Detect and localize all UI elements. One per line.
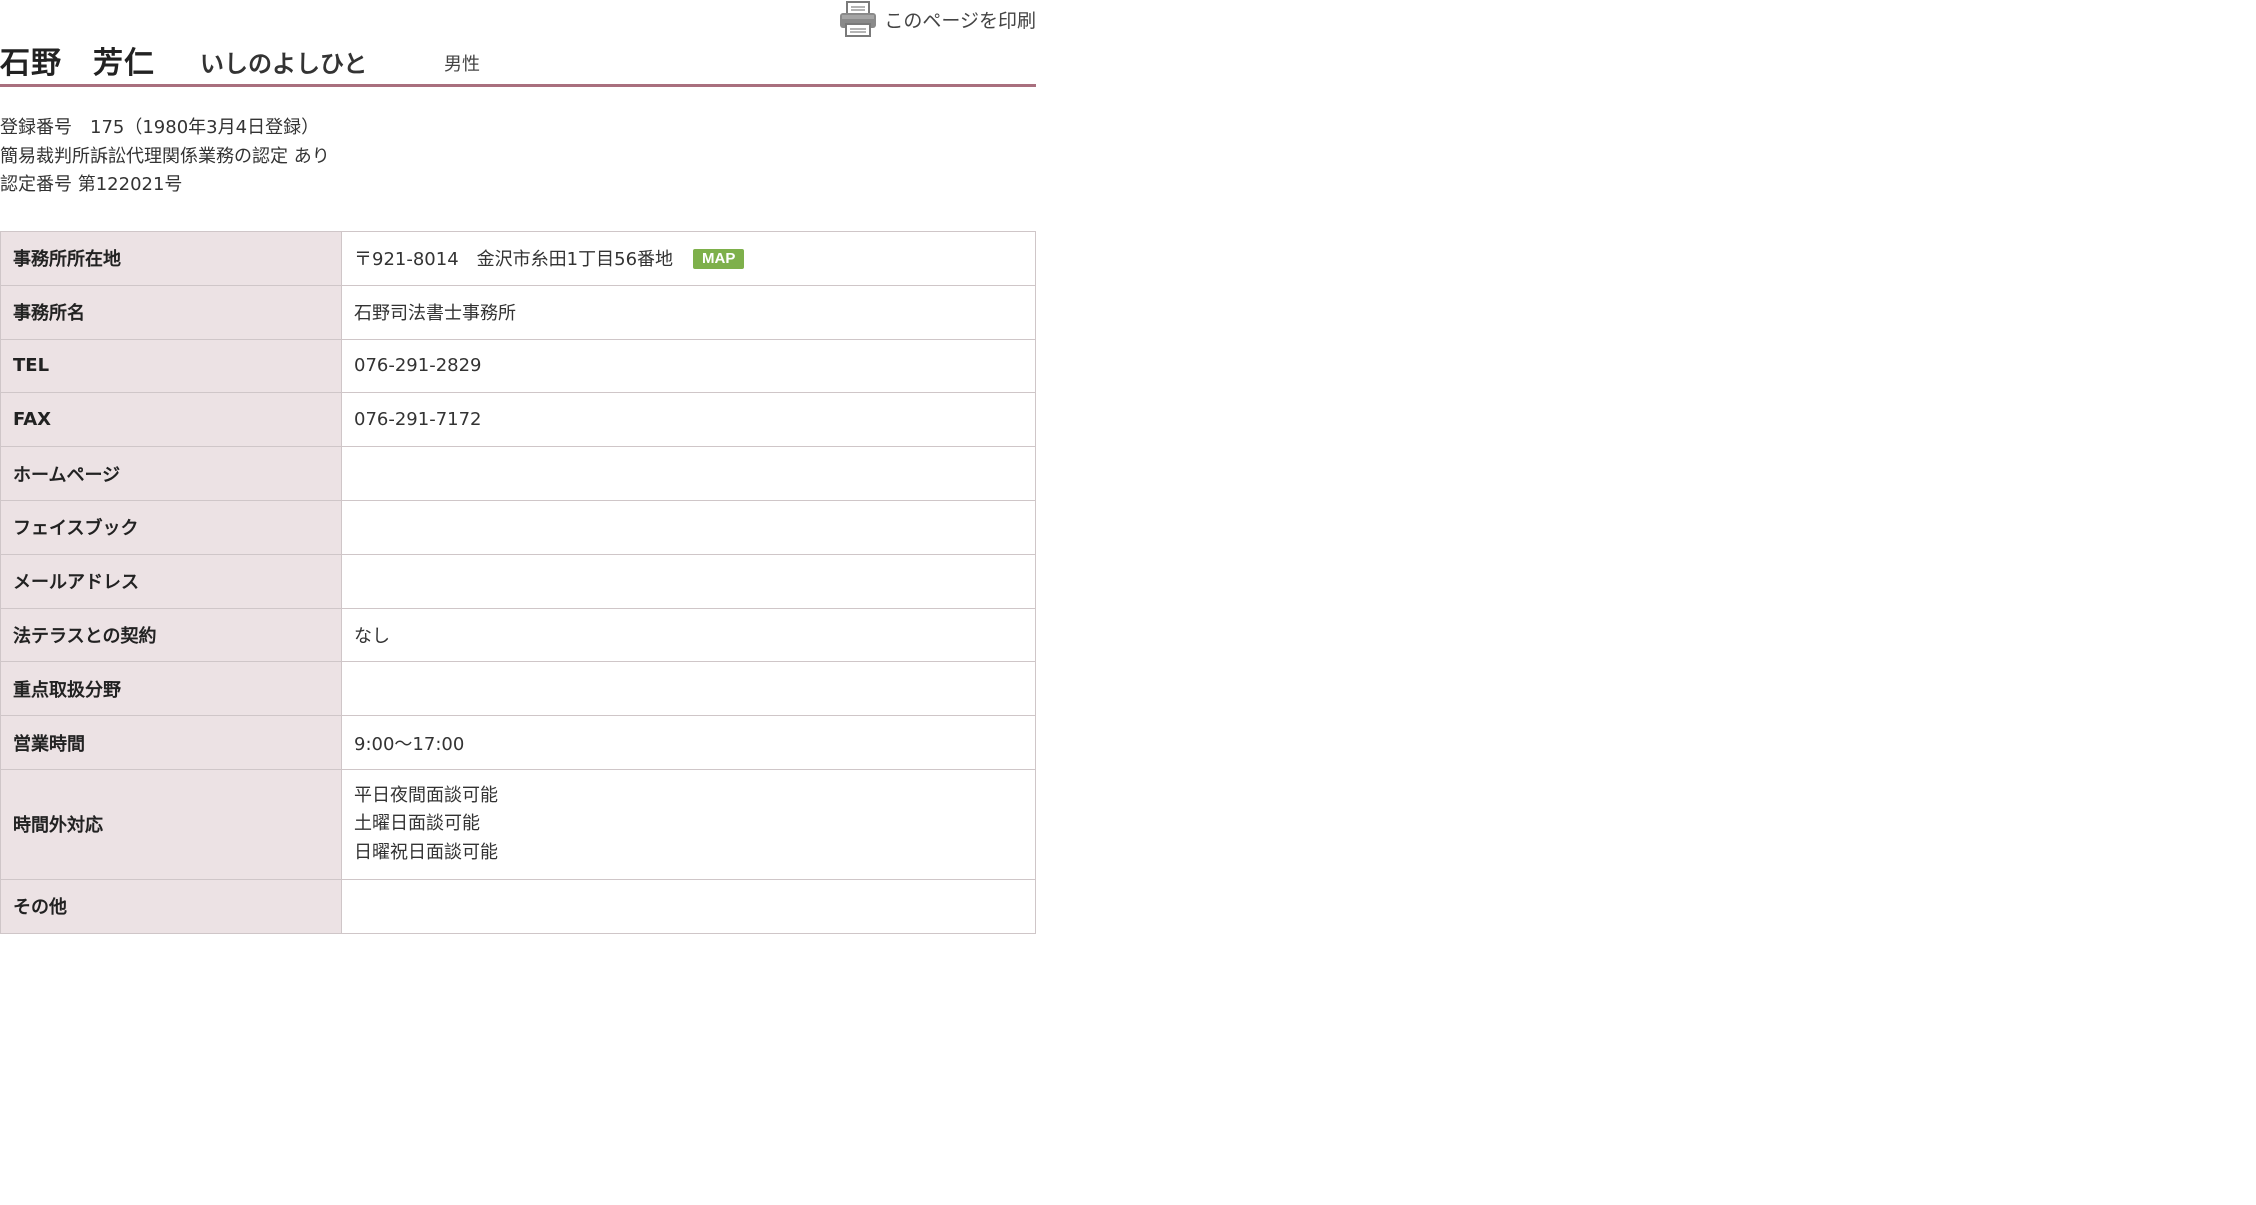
tel-number: 076-291-2829 bbox=[341, 338, 1036, 394]
row-label: その他 bbox=[0, 878, 342, 934]
table-row-facebook: フェイスブック bbox=[0, 499, 1036, 555]
map-button[interactable]: MAP bbox=[693, 249, 745, 270]
person-gender: 男性 bbox=[444, 54, 480, 75]
off-hours-support: 平日夜間面談可能 土曜日面談可能 日曜祝日面談可能 bbox=[341, 768, 1036, 880]
focus-areas bbox=[341, 661, 1036, 717]
registration-info: 登録番号 175（1980年3月4日登録） 簡易裁判所訴訟代理関係業務の認定 あ… bbox=[0, 114, 330, 200]
profile-header: 石野 芳仁 いしのよしひと 男性 bbox=[0, 38, 1036, 87]
off-hours-line: 日曜祝日面談可能 bbox=[354, 841, 498, 863]
table-row-focus-areas: 重点取扱分野 bbox=[0, 661, 1036, 717]
homepage-url bbox=[341, 446, 1036, 501]
row-label: メールアドレス bbox=[0, 553, 342, 609]
row-value: 〒921-8014 金沢市糸田1丁目56番地 MAP bbox=[341, 231, 1036, 286]
table-row-office-name: 事務所名 石野司法書士事務所 bbox=[0, 284, 1036, 340]
row-label: 営業時間 bbox=[0, 715, 342, 770]
person-name-kana: いしのよしひと bbox=[200, 50, 368, 78]
person-name: 石野 芳仁 bbox=[0, 46, 155, 81]
summary-court-certification: 簡易裁判所訴訟代理関係業務の認定 あり bbox=[0, 145, 330, 167]
row-label: ホームページ bbox=[0, 446, 342, 501]
table-row-homepage: ホームページ bbox=[0, 446, 1036, 501]
table-row-other: その他 bbox=[0, 878, 1036, 934]
facebook-url bbox=[341, 499, 1036, 555]
office-name: 石野司法書士事務所 bbox=[341, 284, 1036, 340]
office-details-table: 事務所所在地 〒921-8014 金沢市糸田1丁目56番地 MAP 事務所名 石野… bbox=[0, 231, 1036, 934]
table-row-address: 事務所所在地 〒921-8014 金沢市糸田1丁目56番地 MAP bbox=[0, 231, 1036, 286]
business-hours: 9:00～17:00 bbox=[341, 715, 1036, 770]
table-row-off-hours: 時間外対応 平日夜間面談可能 土曜日面談可能 日曜祝日面談可能 bbox=[0, 768, 1036, 880]
email-address bbox=[341, 553, 1036, 609]
table-row-houterasu: 法テラスとの契約 なし bbox=[0, 607, 1036, 663]
print-page-label[interactable]: このページを印刷 bbox=[884, 6, 1036, 33]
printer-icon bbox=[838, 0, 878, 38]
row-label: 重点取扱分野 bbox=[0, 661, 342, 717]
other-info bbox=[341, 878, 1036, 934]
table-row-tel: TEL 076-291-2829 bbox=[0, 338, 1036, 394]
row-label: 事務所所在地 bbox=[0, 231, 342, 286]
print-page-link[interactable]: このページを印刷 bbox=[838, 0, 1036, 38]
row-label: FAX bbox=[0, 392, 342, 448]
off-hours-line: 土曜日面談可能 bbox=[354, 813, 480, 835]
registration-number: 登録番号 175（1980年3月4日登録） bbox=[0, 117, 320, 138]
row-label: 法テラスとの契約 bbox=[0, 607, 342, 663]
fax-number: 076-291-7172 bbox=[341, 392, 1036, 448]
off-hours-line: 平日夜間面談可能 bbox=[354, 784, 498, 806]
table-row-business-hours: 営業時間 9:00～17:00 bbox=[0, 715, 1036, 770]
row-label: 時間外対応 bbox=[0, 768, 342, 880]
office-address: 〒921-8014 金沢市糸田1丁目56番地 bbox=[354, 249, 674, 271]
houterasu-contract: なし bbox=[341, 607, 1036, 663]
row-label: フェイスブック bbox=[0, 499, 342, 555]
row-label: TEL bbox=[0, 338, 342, 394]
row-label: 事務所名 bbox=[0, 284, 342, 340]
certification-number: 認定番号 第122021号 bbox=[0, 174, 183, 195]
table-row-fax: FAX 076-291-7172 bbox=[0, 392, 1036, 448]
table-row-email: メールアドレス bbox=[0, 553, 1036, 609]
